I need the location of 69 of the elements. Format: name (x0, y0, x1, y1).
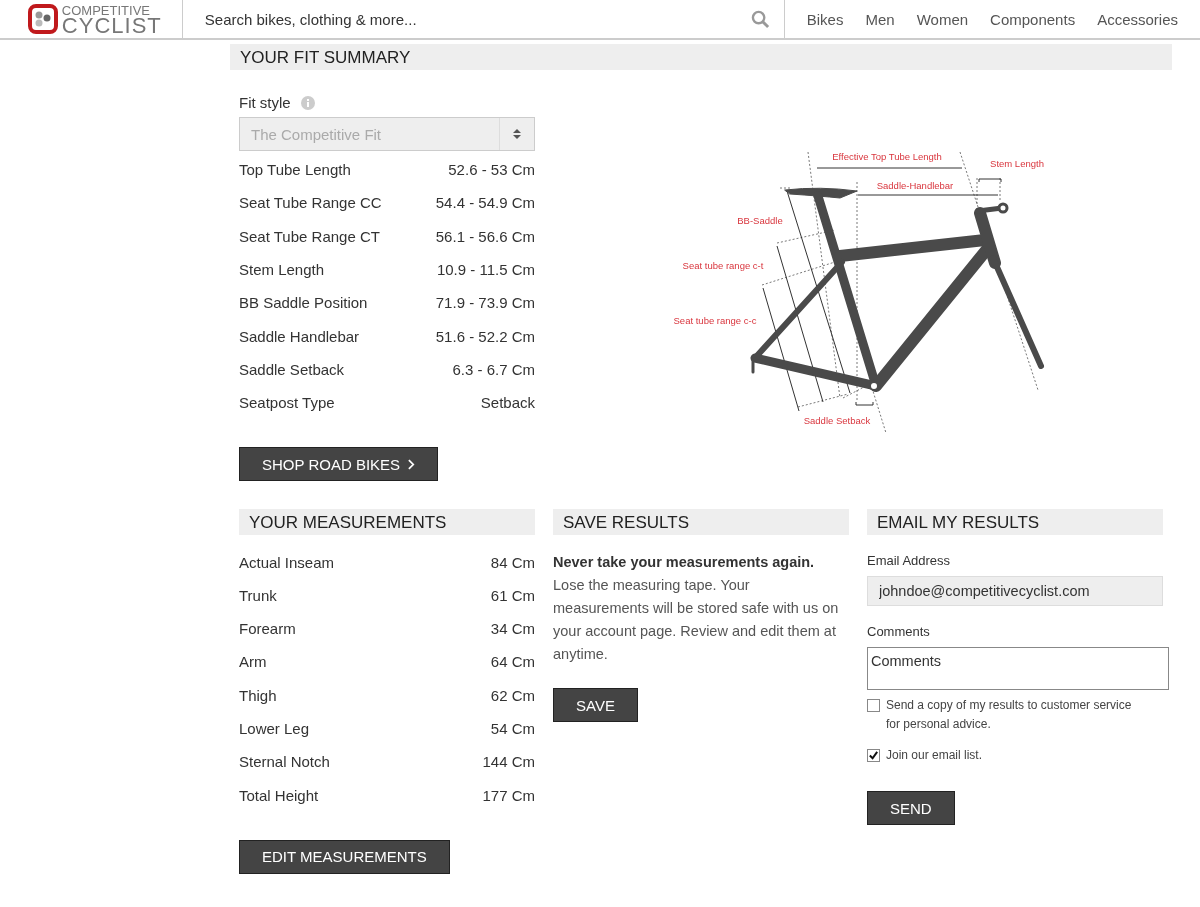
logo-top-text: COMPETITIVE (61, 3, 151, 17)
nav-link[interactable]: Men (865, 10, 895, 28)
measure-value: 34 Cm (490, 620, 535, 638)
measure-value: 6.3 - 6.7 Cm (452, 360, 535, 378)
edit-measurements-button[interactable]: EDIT MEASUREMENTS (239, 839, 450, 874)
diagram-label: Saddle-Handlebar (876, 180, 954, 191)
chevron-icon (408, 458, 416, 470)
field-label: Comments (867, 624, 931, 640)
section-header: YOUR MEASUREMENTS (239, 509, 535, 536)
measure-label: Seat Tube Range CC (239, 194, 382, 212)
logo-icon (27, 4, 58, 34)
section-header: EMAIL MY RESULTS (867, 509, 1163, 536)
nav-link[interactable]: Components (990, 10, 1076, 28)
field-label: Fit style (239, 94, 291, 111)
search-field[interactable]: Search bikes, clothing & more... (202, 9, 751, 29)
shop-road-bikes-button[interactable]: SHOP ROAD BIKES (239, 447, 439, 482)
email-field[interactable]: johndoe@competitivecyclist.com (867, 576, 1163, 607)
nav-link[interactable]: Accessories (1097, 10, 1178, 28)
diagram-label: Saddle Setback (803, 415, 871, 426)
measure-value: 144 Cm (482, 753, 535, 771)
measure-label: Top Tube Length (239, 161, 351, 179)
measure-label: Saddle Setback (239, 360, 345, 378)
measure-label: Actual Inseam (239, 553, 335, 571)
measure-label: Saddle Handlebar (239, 327, 360, 345)
nav-link[interactable]: Bikes (806, 10, 844, 28)
save-button[interactable]: SAVE (553, 688, 638, 723)
measure-value: 177 Cm (482, 786, 535, 804)
search-icon[interactable] (750, 9, 770, 29)
logo-bottom-text: CYCLIST (61, 16, 162, 35)
measure-value: Setback (480, 394, 535, 412)
measure-label: Seat Tube Range CT (239, 227, 380, 245)
measure-value: 10.9 - 11.5 Cm (436, 261, 535, 279)
measure-label: Thigh (239, 686, 277, 704)
diagram-label: Seat tube range c-t (682, 260, 764, 271)
diagram-label: BB-Saddle (737, 215, 783, 226)
measure-label: Seatpost Type (239, 394, 335, 412)
measure-label: Stem Length (239, 261, 325, 279)
nav-link[interactable]: Women (916, 10, 969, 28)
measure-value: 51.6 - 52.2 Cm (435, 327, 535, 345)
checkbox[interactable] (867, 749, 880, 763)
sort-arrows-icon (513, 129, 521, 139)
measure-value: 56.1 - 56.6 Cm (435, 227, 535, 245)
measure-label: Lower Leg (239, 720, 310, 737)
section-header: YOUR FIT SUMMARY (230, 44, 1172, 70)
measure-value: 54.4 - 54.9 Cm (435, 194, 535, 212)
diagram-label: Effective Top Tube Length (832, 151, 942, 162)
measure-value: 52.6 - 53 Cm (448, 161, 535, 179)
save-description: Never take your measurements again. Lose the measuring tape. Your measurements will be stored safe with us on your account page. Review and edit them at anytime. (553, 553, 840, 665)
send-button[interactable]: SEND (867, 791, 955, 826)
section-header: SAVE RESULTS (553, 509, 849, 536)
measure-label: Forearm (239, 620, 296, 638)
measure-label: Arm (239, 653, 267, 671)
diagram-label: Stem Length (990, 158, 1044, 169)
diagram-label: Seat tube range c-c (673, 315, 757, 326)
measure-value: 71.9 - 73.9 Cm (435, 294, 535, 312)
measure-label: Trunk (239, 586, 277, 604)
measure-label: Total Height (239, 786, 319, 804)
comments-field[interactable]: Comments (867, 647, 1169, 691)
measure-value: 62 Cm (490, 686, 535, 704)
measure-label: Sternal Notch (239, 753, 330, 771)
measure-value: 61 Cm (490, 586, 535, 604)
checkbox[interactable] (867, 699, 880, 713)
measure-label: BB Saddle Position (239, 294, 368, 312)
measure-value: 54 Cm (490, 720, 535, 737)
field-label: Email Address (867, 553, 952, 569)
measure-value: 64 Cm (490, 653, 535, 671)
checkbox-label: Join our email list. (886, 747, 984, 765)
measure-value: 84 Cm (490, 553, 535, 571)
checkbox-label: Send a copy of my results to customer service for personal advice. (886, 697, 1133, 734)
